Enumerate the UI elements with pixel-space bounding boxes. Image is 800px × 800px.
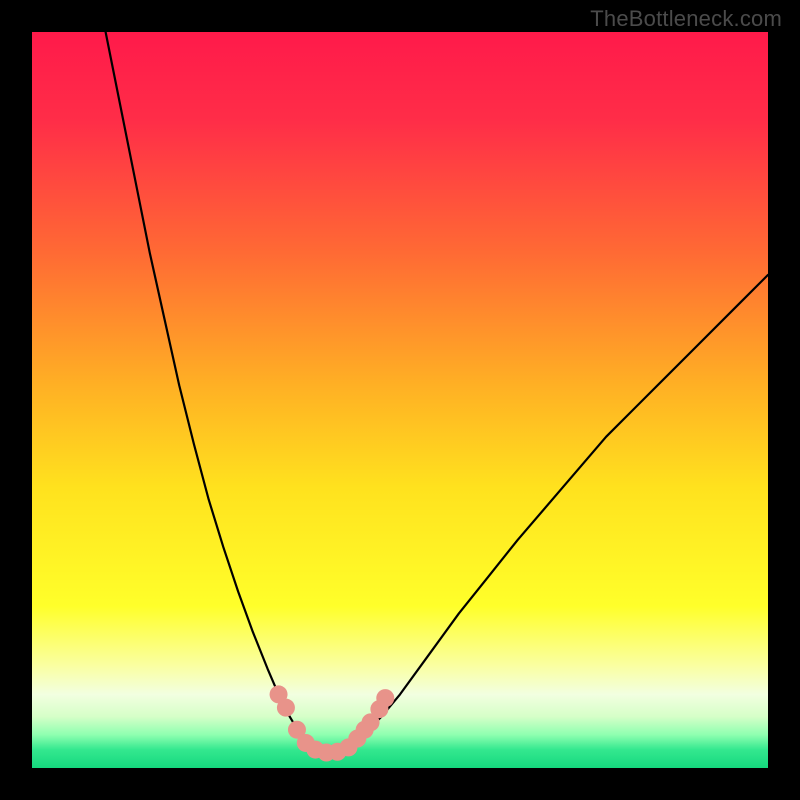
chart-svg [32,32,768,768]
marker-group [270,685,395,761]
highlight-dot [376,689,394,707]
plot-area [32,32,768,768]
curve-group [106,32,768,753]
bottleneck-curve [106,32,768,753]
highlight-dot [277,699,295,717]
watermark-text: TheBottleneck.com [590,6,782,32]
outer-frame: TheBottleneck.com [0,0,800,800]
